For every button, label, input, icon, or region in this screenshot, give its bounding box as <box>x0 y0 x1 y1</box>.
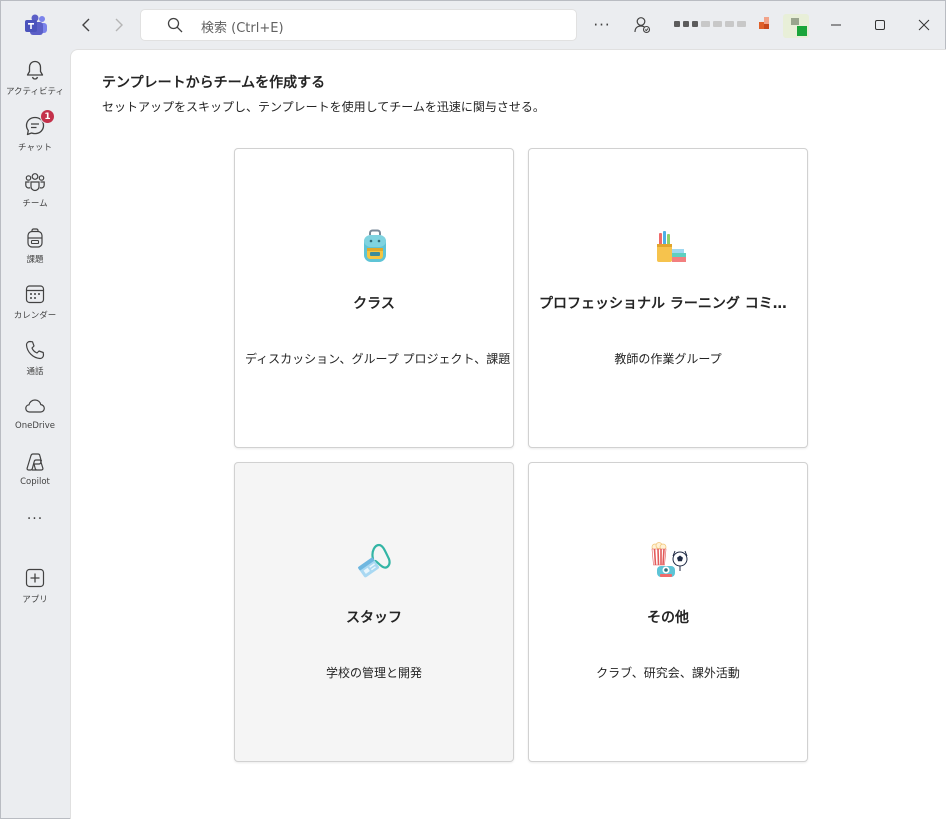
people-button[interactable] <box>630 13 654 37</box>
organization-name-redacted[interactable] <box>674 21 746 29</box>
close-button[interactable] <box>912 13 936 37</box>
maximize-icon <box>875 20 885 30</box>
rail-item-label: 課題 <box>26 255 44 265</box>
rail-item-label: アプリ <box>22 595 48 605</box>
close-icon <box>918 19 930 31</box>
organization-logo-icon <box>759 17 769 29</box>
lanyard-badge-icon <box>358 543 391 578</box>
title-bar: 検索 (Ctrl+E) ··· <box>1 1 945 49</box>
minimize-button[interactable] <box>824 13 848 37</box>
template-card-title: クラス <box>353 296 395 312</box>
copilot-icon <box>26 453 44 471</box>
template-card-staff[interactable]: スタッフ 学校の管理と開発 <box>234 462 514 762</box>
rail-item-label: 通話 <box>26 367 44 377</box>
bell-icon <box>26 60 44 80</box>
template-card-class[interactable]: クラス ディスカッション、グループ プロジェクト、課題 <box>234 148 514 448</box>
back-button[interactable] <box>76 15 96 35</box>
app-rail: アクティビティ 1 チャット チーム 課題 カレンダー 通話 OneDrive … <box>1 49 69 819</box>
main-content: テンプレートからチームを作成する セットアップをスキップし、テンプレートを使用し… <box>70 49 946 819</box>
search-placeholder: 検索 (Ctrl+E) <box>201 21 284 36</box>
backpack-icon <box>27 228 43 248</box>
popcorn-soccer-icon <box>651 542 688 577</box>
rail-item-label: アクティビティ <box>5 87 65 97</box>
rail-item-copilot[interactable]: Copilot <box>1 443 69 497</box>
chat-unread-badge: 1 <box>40 109 55 124</box>
cloud-icon <box>25 399 45 413</box>
rail-more-apps-button[interactable]: ··· <box>1 511 69 527</box>
pencil-cup-icon <box>657 231 686 262</box>
chevron-right-icon <box>115 18 123 32</box>
rail-item-teams[interactable]: チーム <box>1 163 69 217</box>
backpack-icon <box>364 229 386 262</box>
minimize-icon <box>831 24 841 26</box>
search-box[interactable]: 検索 (Ctrl+E) <box>140 9 577 41</box>
teams-logo-icon <box>25 14 47 35</box>
more-options-button[interactable]: ··· <box>590 13 614 37</box>
rail-item-label: チャット <box>18 143 52 153</box>
template-card-plc[interactable]: プロフェッショナル ラーニング コミュニテ… 教師の作業グループ <box>528 148 808 448</box>
rail-item-label: OneDrive <box>15 421 55 431</box>
template-card-title: その他 <box>647 610 689 626</box>
person-status-icon <box>634 17 651 34</box>
chat-icon-wrap: 1 <box>24 109 55 137</box>
maximize-button[interactable] <box>868 13 892 37</box>
forward-button[interactable] <box>109 15 129 35</box>
template-card-description: ディスカッション、グループ プロジェクト、課題 <box>245 352 511 366</box>
template-card-title: プロフェッショナル ラーニング コミュニテ… <box>539 296 797 312</box>
rail-item-chat[interactable]: 1 チャット <box>1 107 69 161</box>
add-app-icon <box>25 568 45 588</box>
template-card-description: 教師の作業グループ <box>614 352 722 366</box>
page-title: テンプレートからチームを作成する <box>102 75 326 91</box>
phone-icon <box>25 340 45 360</box>
template-card-description: 学校の管理と開発 <box>325 666 422 680</box>
rail-item-label: チーム <box>22 199 48 209</box>
user-avatar[interactable] <box>783 14 809 38</box>
teams-icon <box>25 173 45 192</box>
rail-item-assignments[interactable]: 課題 <box>1 219 69 273</box>
rail-item-label: Copilot <box>20 477 50 487</box>
rail-item-calls[interactable]: 通話 <box>1 331 69 385</box>
page-subtitle: セットアップをスキップし、テンプレートを使用してチームを迅速に関与させる。 <box>102 100 545 114</box>
rail-item-calendar[interactable]: カレンダー <box>1 275 69 329</box>
calendar-icon <box>25 285 45 304</box>
teams-window: 検索 (Ctrl+E) ··· アクティビティ 1 チャット チーム 課題 カレ… <box>0 0 946 819</box>
rail-item-onedrive[interactable]: OneDrive <box>1 387 69 441</box>
template-card-description: クラブ、研究会、課外活動 <box>596 666 740 680</box>
rail-item-label: カレンダー <box>13 311 57 321</box>
rail-item-activity[interactable]: アクティビティ <box>1 51 69 105</box>
rail-item-apps[interactable]: アプリ <box>1 559 69 613</box>
template-card-title: スタッフ <box>346 610 402 626</box>
search-icon <box>167 17 183 33</box>
template-card-other[interactable]: その他 クラブ、研究会、課外活動 <box>528 462 808 762</box>
chevron-left-icon <box>82 18 90 32</box>
